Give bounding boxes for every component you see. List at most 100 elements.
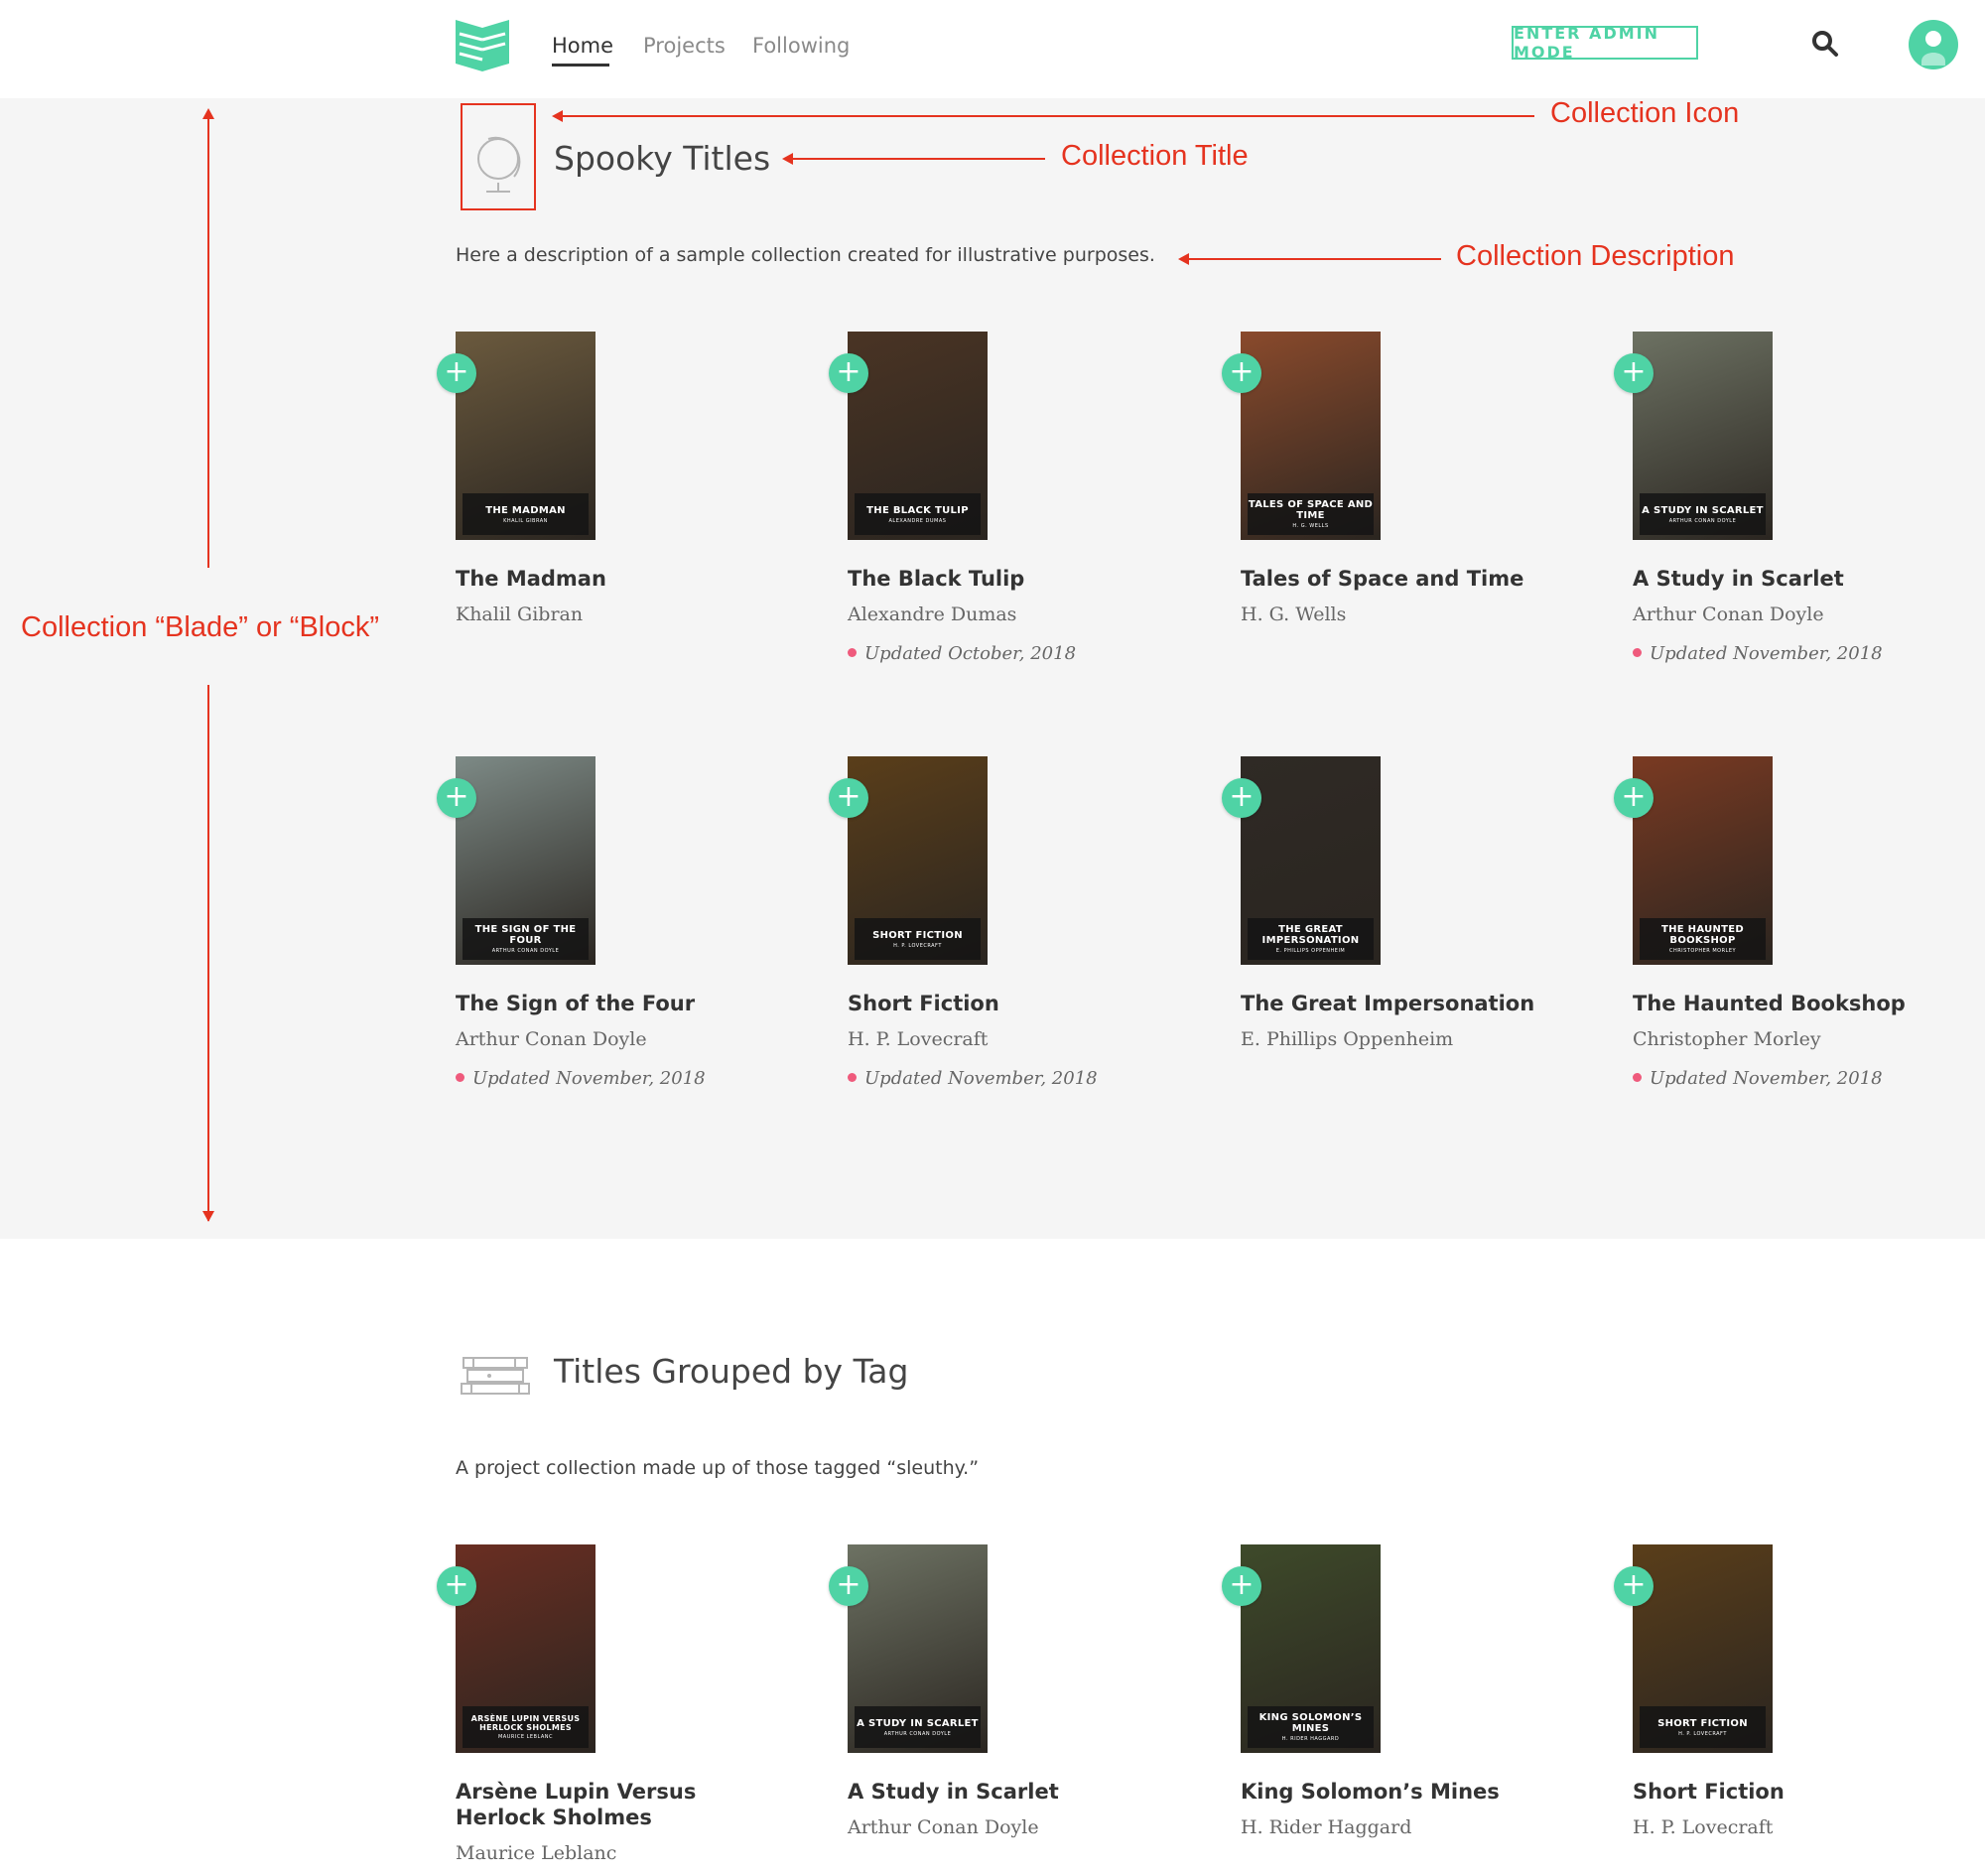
- book-title[interactable]: Arsène Lupin Versus Herlock Sholmes: [456, 1779, 753, 1830]
- book-title[interactable]: Short Fiction: [848, 991, 1175, 1016]
- user-avatar-icon[interactable]: [1909, 20, 1958, 69]
- nav-following[interactable]: Following: [752, 34, 850, 58]
- book-cover[interactable]: ARSÈNE LUPIN VERSUS HERLOCK SHOLMES MAUR…: [456, 1544, 596, 1753]
- nav-projects[interactable]: Projects: [643, 34, 726, 58]
- annotation-collection-blade: Collection “Blade” or “Block”: [21, 611, 380, 643]
- bookshelf-icon: [461, 1357, 530, 1395]
- cover-author: ALEXANDRE DUMAS: [888, 517, 947, 524]
- add-to-collection-button[interactable]: +: [829, 778, 868, 818]
- add-to-collection-button[interactable]: +: [1222, 1566, 1261, 1606]
- cover-title: SHORT FICTION: [1657, 1717, 1748, 1729]
- cover-label: SHORT FICTION H. P. LOVECRAFT: [1640, 1706, 1766, 1748]
- book-title[interactable]: Tales of Space and Time: [1241, 566, 1568, 592]
- add-to-collection-button[interactable]: +: [437, 353, 476, 393]
- annotation-arrowhead: [202, 1211, 214, 1222]
- updated-status: Updated November, 2018: [848, 1068, 1098, 1089]
- book-title[interactable]: The Haunted Bookshop: [1633, 991, 1960, 1016]
- globe-icon: [477, 136, 521, 193]
- annotation-collection-icon: Collection Icon: [1550, 97, 1740, 129]
- add-to-collection-button[interactable]: +: [829, 353, 868, 393]
- annotation-arrowhead: [782, 153, 793, 165]
- annotation-arrowhead: [202, 108, 214, 119]
- cover-author: ARTHUR CONAN DOYLE: [883, 1730, 952, 1737]
- add-to-collection-button[interactable]: +: [1614, 1566, 1654, 1606]
- search-icon[interactable]: [1811, 30, 1839, 58]
- collection-title: Spooky Titles: [554, 139, 771, 178]
- book-author: Christopher Morley: [1633, 1028, 1821, 1050]
- cover-author: MAURICE LEBLANC: [497, 1734, 553, 1740]
- book-cover[interactable]: KING SOLOMON’S MINES H. RIDER HAGGARD: [1241, 1544, 1381, 1753]
- book-author: H. Rider Haggard: [1241, 1816, 1412, 1838]
- updated-status: Updated November, 2018: [1633, 1068, 1883, 1089]
- collection-description: Here a description of a sample collectio…: [456, 244, 1155, 266]
- book-cover[interactable]: A STUDY IN SCARLET ARTHUR CONAN DOYLE: [848, 1544, 988, 1753]
- add-to-collection-button[interactable]: +: [1222, 778, 1261, 818]
- cover-author: H. G. WELLS: [1292, 523, 1329, 529]
- updated-text: Updated November, 2018: [1650, 1068, 1883, 1089]
- book-title[interactable]: The Madman: [456, 566, 783, 592]
- updated-text: Updated November, 2018: [864, 1068, 1098, 1089]
- add-to-collection-button[interactable]: +: [829, 1566, 868, 1606]
- cover-label: SHORT FICTION H. P. LOVECRAFT: [855, 918, 981, 960]
- update-dot-icon: [1633, 1072, 1642, 1082]
- book-title[interactable]: A Study in Scarlet: [848, 1779, 1175, 1805]
- book-cover[interactable]: A STUDY IN SCARLET ARTHUR CONAN DOYLE: [1633, 332, 1773, 540]
- book-cover[interactable]: SHORT FICTION H. P. LOVECRAFT: [1633, 1544, 1773, 1753]
- cover-label: KING SOLOMON’S MINES H. RIDER HAGGARD: [1248, 1706, 1374, 1748]
- cover-author: E. PHILLIPS OPPENHEIM: [1275, 948, 1346, 954]
- annotation-line: [1188, 258, 1441, 260]
- add-to-collection-button[interactable]: +: [1222, 353, 1261, 393]
- annotation-collection-description: Collection Description: [1456, 240, 1735, 272]
- book-cover[interactable]: THE BLACK TULIP ALEXANDRE DUMAS: [848, 332, 988, 540]
- book-cover[interactable]: TALES OF SPACE AND TIME H. G. WELLS: [1241, 332, 1381, 540]
- cover-author: ARTHUR CONAN DOYLE: [1668, 517, 1737, 524]
- add-to-collection-button[interactable]: +: [437, 1566, 476, 1606]
- annotation-line: [207, 119, 209, 568]
- annotation-line: [792, 158, 1045, 160]
- book-cover[interactable]: THE SIGN OF THE FOUR ARTHUR CONAN DOYLE: [456, 756, 596, 965]
- book-title[interactable]: The Great Impersonation: [1241, 991, 1568, 1016]
- book-author: Alexandre Dumas: [848, 603, 1017, 625]
- updated-text: Updated November, 2018: [472, 1068, 706, 1089]
- book-title[interactable]: Short Fiction: [1633, 1779, 1960, 1805]
- book-title[interactable]: The Sign of the Four: [456, 991, 783, 1016]
- logo-icon[interactable]: [456, 20, 509, 71]
- add-to-collection-button[interactable]: +: [1614, 353, 1654, 393]
- cover-label: THE GREAT IMPERSONATION E. PHILLIPS OPPE…: [1248, 918, 1374, 960]
- updated-text: Updated November, 2018: [1650, 643, 1883, 664]
- book-author: Arthur Conan Doyle: [1633, 603, 1824, 625]
- book-cover[interactable]: THE HAUNTED BOOKSHOP CHRISTOPHER MORLEY: [1633, 756, 1773, 965]
- book-author: Khalil Gibran: [456, 603, 584, 625]
- annotation-arrowhead: [552, 110, 563, 122]
- annotation-line: [207, 685, 209, 1221]
- add-to-collection-button[interactable]: +: [437, 778, 476, 818]
- updated-status: Updated November, 2018: [1633, 643, 1883, 664]
- book-author: H. G. Wells: [1241, 603, 1347, 625]
- book-title[interactable]: King Solomon’s Mines: [1241, 1779, 1568, 1805]
- book-title[interactable]: The Black Tulip: [848, 566, 1175, 592]
- book-title[interactable]: A Study in Scarlet: [1633, 566, 1960, 592]
- updated-status: Updated October, 2018: [848, 643, 1076, 664]
- nav-home[interactable]: Home: [552, 34, 613, 58]
- book-cover[interactable]: THE GREAT IMPERSONATION E. PHILLIPS OPPE…: [1241, 756, 1381, 965]
- cover-title: THE GREAT IMPERSONATION: [1261, 924, 1360, 946]
- annotation-line: [562, 115, 1534, 117]
- book-cover[interactable]: SHORT FICTION H. P. LOVECRAFT: [848, 756, 988, 965]
- book-cover[interactable]: THE MADMAN KHALIL GIBRAN: [456, 332, 596, 540]
- update-dot-icon: [1633, 647, 1642, 657]
- add-to-collection-button[interactable]: +: [1614, 778, 1654, 818]
- cover-title: THE MADMAN: [485, 504, 566, 516]
- cover-title: ARSÈNE LUPIN VERSUS HERLOCK SHOLMES: [470, 1714, 581, 1732]
- enter-admin-mode-button[interactable]: ENTER ADMIN MODE: [1512, 24, 1698, 62]
- cover-title: TALES OF SPACE AND TIME: [1248, 499, 1374, 521]
- cover-label: THE SIGN OF THE FOUR ARTHUR CONAN DOYLE: [463, 918, 589, 960]
- updated-text: Updated October, 2018: [864, 643, 1077, 664]
- book-author: Arthur Conan Doyle: [848, 1816, 1039, 1838]
- annotation-collection-title: Collection Title: [1061, 140, 1249, 172]
- cover-title: THE HAUNTED BOOKSHOP: [1660, 924, 1745, 946]
- book-author: H. P. Lovecraft: [1633, 1816, 1774, 1838]
- cover-label: A STUDY IN SCARLET ARTHUR CONAN DOYLE: [1640, 493, 1766, 535]
- cover-title: THE SIGN OF THE FOUR: [474, 924, 577, 946]
- cover-label: THE MADMAN KHALIL GIBRAN: [463, 493, 589, 535]
- cover-label: TALES OF SPACE AND TIME H. G. WELLS: [1248, 493, 1374, 535]
